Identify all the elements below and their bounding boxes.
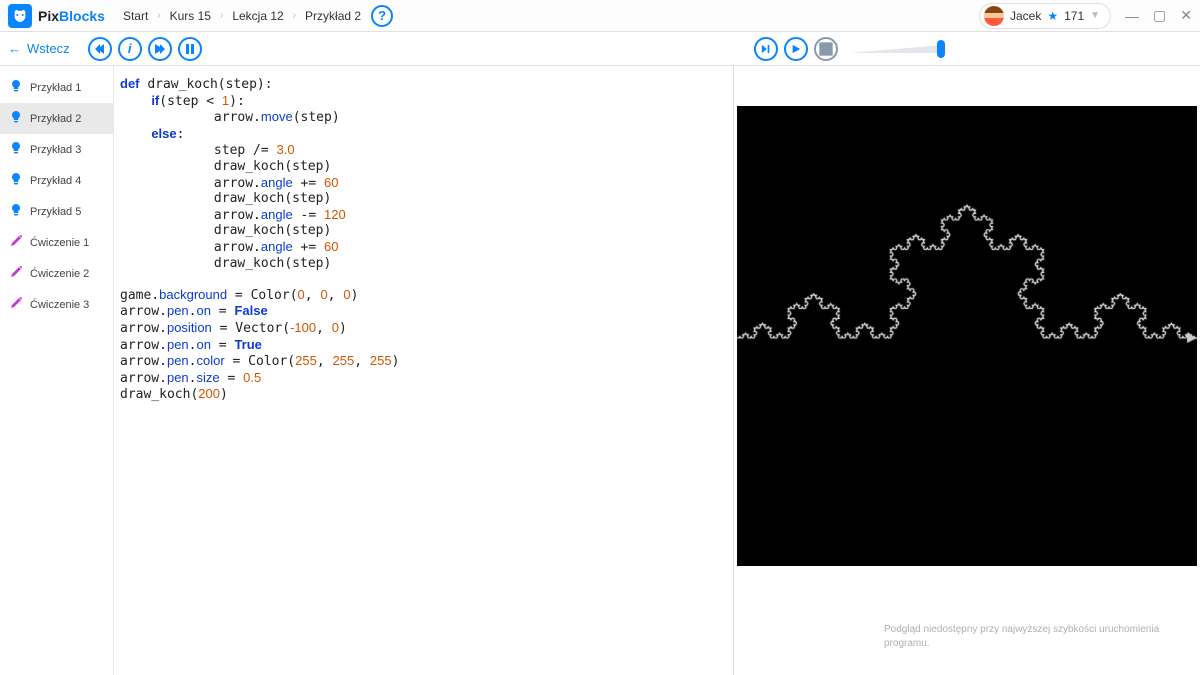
step-forward-button[interactable] [754,37,778,61]
crumb-start[interactable]: Start [123,9,148,23]
sidebar-item-0[interactable]: Przykład 1 [0,72,113,103]
close-button[interactable]: ✕ [1180,7,1192,24]
chevron-right-icon: › [220,10,223,21]
sidebar-item-label: Przykład 4 [30,175,81,187]
output-canvas [737,106,1197,566]
speed-slider[interactable] [850,39,942,59]
sidebar-item-label: Przykład 3 [30,144,81,156]
minimize-button[interactable]: — [1125,8,1139,24]
sidebar-item-5[interactable]: Ćwiczenie 1 [0,227,113,258]
pause-button[interactable] [178,37,202,61]
user-chip[interactable]: Jacek ★ 171 ▼ [979,3,1111,29]
sidebar-item-1[interactable]: Przykład 2 [0,103,113,134]
top-bar: PixBlocks Start › Kurs 15 › Lekcja 12 › … [0,0,1200,32]
forward-button[interactable] [148,37,172,61]
sidebar: Przykład 1 Przykład 2 Przykład 3 Przykład 4… [0,66,114,675]
star-icon: ★ [1047,9,1058,23]
code-editor[interactable]: def draw_koch(step): if(step < 1): arrow… [114,66,734,675]
crumb-course[interactable]: Kurs 15 [170,9,211,23]
sidebar-item-6[interactable]: Ćwiczenie 2 [0,258,113,289]
bulb-icon [10,80,22,95]
bulb-icon [10,111,22,126]
pencil-icon [10,297,22,312]
chevron-right-icon: › [157,10,160,21]
sidebar-item-7[interactable]: Ćwiczenie 3 [0,289,113,320]
sidebar-item-label: Przykład 2 [30,113,81,125]
user-points: 171 [1064,9,1084,23]
slider-thumb[interactable] [937,40,945,58]
sidebar-item-2[interactable]: Przykład 3 [0,134,113,165]
back-button[interactable]: ← Wstecz [8,41,70,56]
arrow-left-icon: ← [8,41,21,56]
sub-toolbar: ← Wstecz i [0,32,1200,66]
crumb-example[interactable]: Przykład 2 [305,9,361,23]
preview-panel: Podgląd niedostępny przy najwyższej szyb… [734,66,1200,675]
user-name: Jacek [1010,9,1041,23]
sidebar-item-label: Ćwiczenie 2 [30,268,89,280]
sidebar-item-3[interactable]: Przykład 4 [0,165,113,196]
preview-note: Podgląd niedostępny przy najwyższej szyb… [734,603,1200,675]
bulb-icon [10,173,22,188]
info-button[interactable]: i [118,37,142,61]
pencil-icon [10,235,22,250]
bulb-icon [10,204,22,219]
sidebar-item-label: Ćwiczenie 3 [30,299,89,311]
sidebar-item-4[interactable]: Przykład 5 [0,196,113,227]
help-button[interactable]: ? [371,5,393,27]
chevron-right-icon: › [293,10,296,21]
crumb-lesson[interactable]: Lekcja 12 [232,9,283,23]
sidebar-item-label: Przykład 1 [30,82,81,94]
stop-button[interactable] [814,37,838,61]
maximize-button[interactable]: ▢ [1153,7,1166,24]
rewind-button[interactable] [88,37,112,61]
pencil-icon [10,266,22,281]
bulb-icon [10,142,22,157]
sidebar-item-label: Przykład 5 [30,206,81,218]
avatar [984,6,1004,26]
breadcrumb: Start › Kurs 15 › Lekcja 12 › Przykład 2 [123,9,361,23]
app-logo [8,4,32,28]
chevron-down-icon: ▼ [1090,10,1100,21]
sidebar-item-label: Ćwiczenie 1 [30,237,89,249]
play-button[interactable] [784,37,808,61]
brand-text: PixBlocks [38,8,105,24]
